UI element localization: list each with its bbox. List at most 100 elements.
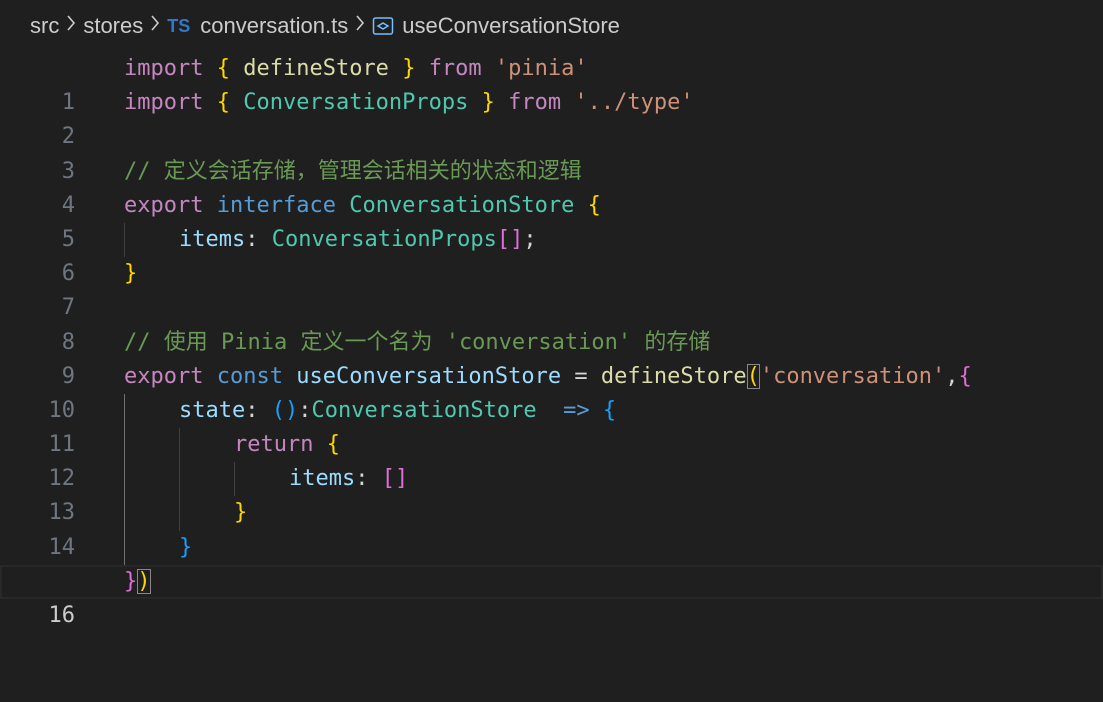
code-token: ) bbox=[137, 568, 151, 594]
code-token: : bbox=[298, 397, 312, 423]
code-line[interactable]: 15 } bbox=[0, 530, 1103, 594]
code-line[interactable]: 3 bbox=[0, 120, 1103, 184]
breadcrumb-item-stores[interactable]: stores bbox=[83, 13, 143, 39]
code-token: 'conversation' bbox=[759, 363, 946, 389]
code-token: { bbox=[216, 90, 230, 116]
code-token: : bbox=[355, 466, 382, 492]
code-token: items bbox=[289, 466, 356, 492]
code-token: [] bbox=[381, 466, 409, 492]
code-token: } bbox=[402, 56, 416, 81]
code-token: defineStore bbox=[243, 56, 389, 81]
code-line[interactable]: 12 return { bbox=[0, 428, 1103, 491]
code-comment: // 定义会话存储，管理会话相关的状态和逻辑 bbox=[124, 158, 582, 184]
code-token: [] bbox=[496, 226, 524, 252]
code-token: '../type' bbox=[574, 90, 694, 116]
code-token: => bbox=[563, 397, 590, 423]
code-line[interactable]: 11 state: ():ConversationStore => { bbox=[0, 393, 1103, 457]
code-token: ConversationProps bbox=[271, 226, 497, 252]
indent-guide bbox=[124, 393, 125, 429]
code-token: } bbox=[124, 261, 138, 287]
indent-guide bbox=[234, 462, 235, 497]
code-token: { bbox=[958, 363, 972, 389]
code-token: const bbox=[216, 363, 283, 389]
code-token: return bbox=[234, 432, 314, 458]
breadcrumb-item-src[interactable]: src bbox=[30, 13, 59, 39]
code-token: export bbox=[124, 363, 204, 389]
code-comment: // 使用 Pinia 定义一个名为 'conversation' 的存储 bbox=[124, 329, 711, 355]
chevron-right-icon bbox=[150, 14, 160, 38]
code-line[interactable]: 5 export interface ConversationStore { bbox=[0, 189, 1103, 252]
code-token: defineStore bbox=[600, 363, 747, 389]
code-token: , bbox=[945, 363, 959, 389]
breadcrumb-item-file[interactable]: TS conversation.ts bbox=[167, 13, 348, 39]
code-token: interface bbox=[216, 192, 336, 218]
code-line[interactable]: 2 import { ConversationProps } from '../… bbox=[0, 86, 1103, 149]
code-line[interactable]: 13 items: [] bbox=[0, 462, 1103, 525]
indent-guide bbox=[179, 462, 180, 497]
indent-guide bbox=[179, 428, 180, 463]
code-token: } bbox=[124, 568, 138, 594]
code-token: ( bbox=[746, 363, 760, 389]
code-line[interactable]: 8 bbox=[0, 291, 1103, 355]
code-token: from bbox=[508, 90, 562, 116]
indent-guide bbox=[124, 496, 125, 531]
code-token: } bbox=[481, 90, 495, 116]
code-token: ConversationProps bbox=[243, 90, 469, 116]
code-token: export bbox=[124, 192, 204, 218]
code-token: () bbox=[271, 397, 299, 423]
breadcrumb-symbol-label: useConversationStore bbox=[402, 13, 620, 38]
code-line[interactable]: 10 export const useConversationStore = d… bbox=[0, 360, 1103, 423]
code-token: from bbox=[428, 56, 482, 81]
indent-guide bbox=[124, 462, 125, 497]
code-token: ; bbox=[523, 226, 537, 252]
breadcrumb-item-symbol[interactable]: useConversationStore bbox=[372, 13, 620, 39]
indent-guide bbox=[179, 496, 180, 531]
code-token: { bbox=[216, 56, 230, 81]
chevron-right-icon bbox=[355, 14, 365, 38]
code-token: } bbox=[179, 534, 193, 560]
chevron-right-icon bbox=[66, 14, 76, 38]
code-token: { bbox=[602, 397, 617, 423]
code-line[interactable]: 7 } bbox=[0, 257, 1103, 320]
code-token: = bbox=[561, 363, 601, 389]
code-token: { bbox=[587, 192, 601, 218]
code-token: import bbox=[124, 56, 204, 81]
code-line[interactable]: 9 // 使用 Pinia 定义一个名为 'conversation' 的存储 bbox=[0, 326, 1103, 389]
code-line[interactable]: 4 // 定义会话存储，管理会话相关的状态和逻辑 bbox=[0, 155, 1103, 218]
code-line[interactable]: 14 } bbox=[0, 496, 1103, 560]
code-token: ConversationStore bbox=[311, 397, 537, 423]
breadcrumb-file-label: conversation.ts bbox=[200, 13, 349, 38]
code-token: items bbox=[179, 226, 246, 252]
code-line[interactable]: 6 items: ConversationProps[]; bbox=[0, 222, 1103, 286]
code-token: ConversationStore bbox=[349, 192, 575, 218]
code-token: import bbox=[124, 90, 204, 116]
code-line[interactable]: 1 import { defineStore } from 'pinia' bbox=[0, 52, 1103, 115]
code-line-current[interactable]: 16 }) bbox=[0, 564, 1103, 628]
code-token: useConversationStore bbox=[296, 363, 562, 389]
code-token: 'pinia' bbox=[494, 56, 588, 81]
indent-guide bbox=[124, 530, 125, 565]
code-editor[interactable]: 1 import { defineStore } from 'pinia' 2 … bbox=[0, 52, 1103, 628]
code-token: state bbox=[179, 397, 246, 423]
typescript-file-icon: TS bbox=[167, 15, 191, 36]
breadcrumb: src stores TS conversation.ts useConvers… bbox=[0, 0, 1103, 52]
symbol-variable-icon bbox=[372, 16, 394, 36]
code-token: { bbox=[326, 432, 340, 458]
indent-guide bbox=[124, 222, 125, 258]
